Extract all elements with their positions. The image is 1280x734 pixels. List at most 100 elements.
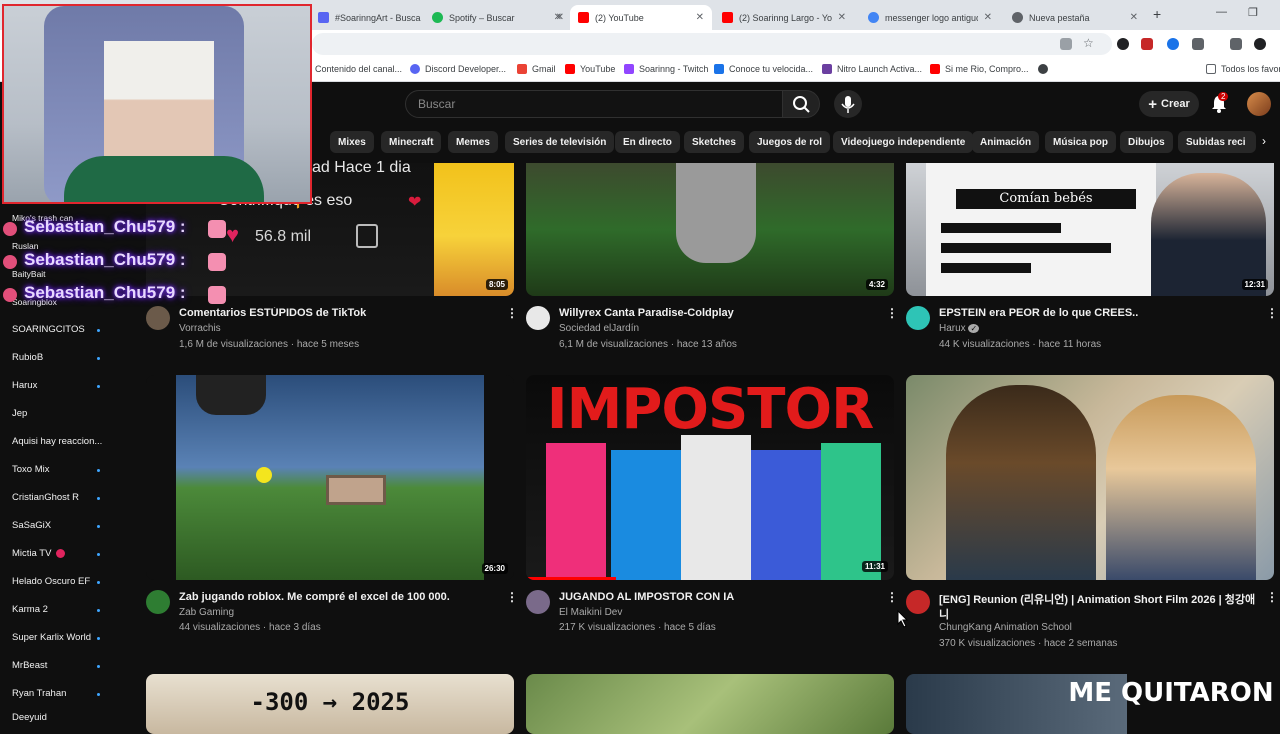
video-thumbnail[interactable]: IMPOSTOR 11:31	[526, 375, 894, 580]
chip-sketches[interactable]: Sketches	[684, 131, 744, 153]
channel-avatar[interactable]	[526, 590, 550, 614]
install-icon[interactable]	[1060, 38, 1072, 50]
sidebar-item[interactable]: SOARINGCITOS	[12, 324, 85, 335]
sidebar-item[interactable]: SaSaGiX	[12, 520, 51, 531]
chip-mixes[interactable]: Mixes	[330, 131, 374, 153]
video-title-line2[interactable]: 니	[939, 606, 1259, 622]
bookmark[interactable]: YouTube	[565, 64, 615, 74]
channel-name[interactable]: ChungKang Animation School	[939, 622, 1072, 633]
video-title[interactable]: JUGANDO AL IMPOSTOR CON IA	[559, 591, 879, 603]
sidebar-item[interactable]: RubioB	[12, 352, 43, 363]
channel-avatar[interactable]	[906, 306, 930, 330]
close-icon[interactable]: ✕	[554, 12, 562, 23]
video-thumbnail[interactable]: 26:30	[146, 375, 514, 580]
browser-tab[interactable]: Nueva pestaña ✕	[1004, 5, 1146, 30]
sidebar-item[interactable]: MrBeast	[12, 660, 47, 671]
bookmark[interactable]: Discord Developer...	[410, 64, 506, 74]
voice-search-button[interactable]	[834, 90, 862, 118]
star-icon[interactable]: ☆	[1083, 36, 1095, 50]
video-thumbnail[interactable]: 4:32	[526, 163, 894, 296]
browser-tab[interactable]: messenger logo antiguo ✕	[860, 5, 1000, 30]
video-thumbnail[interactable]: -300 → 2025	[146, 674, 514, 734]
extension-icon[interactable]	[1141, 38, 1153, 50]
avatar[interactable]	[1247, 92, 1271, 116]
close-icon[interactable]: ✕	[1130, 12, 1138, 23]
more-options-icon[interactable]: ⋮	[1266, 590, 1278, 604]
video-title[interactable]: [ENG] Reunion (리유니언) | Animation Short F…	[939, 591, 1259, 607]
channel-name[interactable]: El Maikini Dev	[559, 607, 622, 618]
more-options-icon[interactable]: ⋮	[886, 306, 898, 320]
channel-name[interactable]: Zab Gaming	[179, 607, 234, 618]
more-options-icon[interactable]: ⋮	[506, 306, 518, 320]
video-thumbnail[interactable]	[526, 674, 894, 734]
bookmark[interactable]: Gmail	[517, 64, 556, 74]
close-icon[interactable]: ✕	[984, 12, 992, 23]
more-options-icon[interactable]: ⋮	[1266, 306, 1278, 320]
close-icon[interactable]: ✕	[696, 12, 704, 23]
more-options-icon[interactable]: ⋮	[886, 590, 898, 604]
bookmark-folder[interactable]: Todos los favori	[1206, 64, 1280, 74]
channel-name[interactable]: Harux ✓	[939, 323, 980, 334]
maximize-icon[interactable]: ❐	[1248, 6, 1258, 19]
minimize-icon[interactable]: —	[1216, 6, 1227, 18]
more-options-icon[interactable]: ⋮	[506, 590, 518, 604]
chip-series[interactable]: Series de televisión	[505, 131, 615, 153]
chip-en-directo[interactable]: En directo	[615, 131, 680, 153]
browser-tab[interactable]: Spotify – Buscar ✕	[424, 5, 570, 30]
chip-subidas[interactable]: Subidas reci	[1178, 131, 1256, 153]
channel-name[interactable]: Vorrachis	[179, 323, 221, 334]
video-title[interactable]: Willyrex Canta Paradise-Coldplay	[559, 307, 879, 319]
video-thumbnail[interactable]: ME QUITARON	[906, 674, 1274, 734]
chip-musica-pop[interactable]: Música pop	[1045, 131, 1117, 153]
create-button[interactable]: + Crear	[1139, 91, 1199, 117]
search-input[interactable]: Buscar	[405, 90, 783, 118]
sidebar-item[interactable]: Jep	[12, 408, 27, 419]
chip-dibujos[interactable]: Dibujos	[1120, 131, 1173, 153]
browser-tab[interactable]: (2) Soarinng Largo - YouT ✕	[714, 5, 854, 30]
video-thumbnail[interactable]: Comían bebés 12:31	[906, 163, 1274, 296]
menu-icon[interactable]	[1230, 38, 1242, 50]
sidebar-item[interactable]: CristianGhost R	[12, 492, 79, 503]
bookmark-label: Soarinng - Twitch	[639, 64, 709, 74]
bookmark[interactable]: Contenido del canal...	[315, 64, 402, 74]
channel-avatar[interactable]	[526, 306, 550, 330]
sidebar-item[interactable]: Helado Oscuro EF	[12, 576, 90, 587]
profile-icon[interactable]	[1254, 38, 1266, 50]
video-title[interactable]: EPSTEIN era PEOR de lo que CREES..	[939, 307, 1259, 319]
bookmark[interactable]: Nitro Launch Activa...	[822, 64, 922, 74]
chevron-right-icon[interactable]: ›	[1262, 134, 1266, 148]
extension-icon[interactable]	[1167, 38, 1179, 50]
channel-name[interactable]: Sociedad elJardín	[559, 323, 639, 334]
bookmark[interactable]: Si me Rio, Compro...	[930, 64, 1029, 74]
channel-avatar[interactable]	[146, 590, 170, 614]
video-title[interactable]: Zab jugando roblox. Me compré el excel d…	[179, 591, 499, 603]
bookmark[interactable]: Conoce tu velocida...	[714, 64, 813, 74]
chip-animacion[interactable]: Animación	[972, 131, 1040, 153]
close-icon[interactable]: ✕	[838, 12, 846, 23]
sidebar-item[interactable]: Toxo Mix	[12, 464, 49, 475]
chip-minecraft[interactable]: Minecraft	[381, 131, 442, 153]
bookmark[interactable]	[1038, 64, 1053, 74]
url-input[interactable]	[312, 33, 1112, 55]
sidebar-item[interactable]: Ryan Trahan	[12, 688, 66, 699]
chip-memes[interactable]: Memes	[448, 131, 498, 153]
sidebar-item[interactable]: Aquisi hay reaccion...	[12, 436, 102, 447]
puzzle-icon[interactable]	[1192, 38, 1204, 50]
sidebar-item[interactable]: BaityBait	[12, 269, 46, 279]
sidebar-item[interactable]: Karma 2	[12, 604, 48, 615]
sidebar-item[interactable]: Harux	[12, 380, 37, 391]
extension-icon[interactable]	[1117, 38, 1129, 50]
channel-avatar[interactable]	[906, 590, 930, 614]
search-button[interactable]	[782, 90, 820, 118]
sidebar-item[interactable]: Mictia TV	[12, 548, 51, 559]
channel-avatar[interactable]	[146, 306, 170, 330]
browser-tab-active[interactable]: (2) YouTube ✕	[570, 5, 712, 30]
chip-videojuego[interactable]: Videojuego independiente	[833, 131, 974, 153]
video-thumbnail[interactable]	[906, 375, 1274, 580]
video-title[interactable]: Comentarios ESTÚPIDOS de TikTok	[179, 307, 499, 319]
sidebar-item[interactable]: Super Karlix World	[12, 632, 91, 643]
sidebar-item[interactable]: Deeyuid	[12, 712, 47, 723]
chip-juegos-de-rol[interactable]: Juegos de rol	[749, 131, 831, 153]
bookmark[interactable]: Soarinng - Twitch	[624, 64, 708, 74]
new-tab-button[interactable]: +	[1153, 6, 1161, 22]
